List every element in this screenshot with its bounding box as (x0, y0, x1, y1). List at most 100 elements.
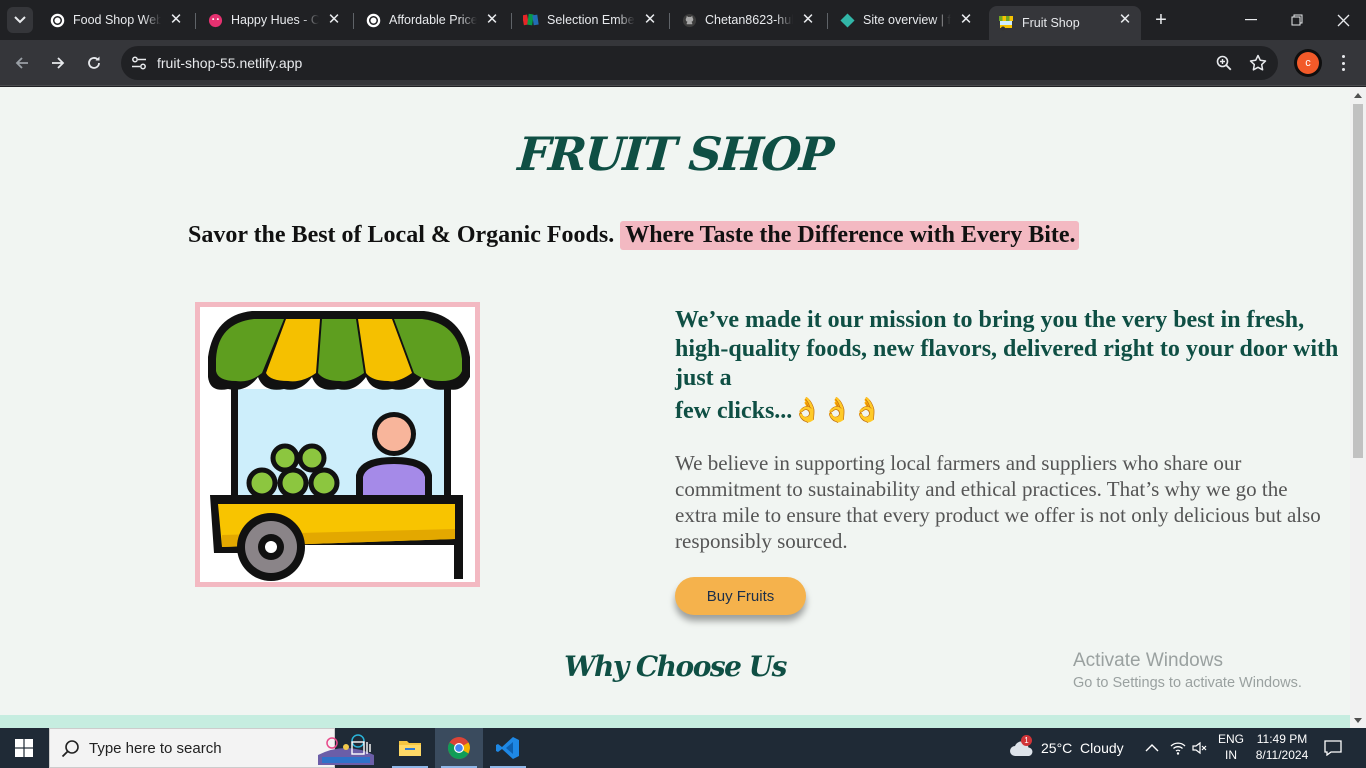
netlify-icon (839, 12, 855, 28)
task-view-button[interactable] (337, 728, 385, 768)
github-icon (681, 12, 697, 28)
tab-title: Chetan8623-hub (705, 13, 793, 27)
cloud-icon: 1 (1009, 735, 1035, 758)
tab-title: Selection Embed (547, 13, 635, 27)
about-paragraph: We believe in supporting local farmers a… (675, 451, 1321, 553)
notifications-button[interactable] (1324, 728, 1342, 768)
weather-text: 25°C Cloudy (1041, 740, 1124, 756)
close-icon[interactable]: ✕ (484, 12, 500, 28)
language-code: ENG (1217, 732, 1244, 746)
close-icon[interactable]: ✕ (642, 12, 658, 28)
tagline-highlight: Where Taste the Difference with Every Bi… (620, 221, 1079, 250)
task-view-icon (351, 741, 371, 755)
browser-toolbar: fruit-shop-55.netlify.app (0, 40, 1366, 86)
browser-tab[interactable]: Chetan8623-hub ✕ (672, 6, 824, 34)
mission-text: We’ve made it our mission to bring you t… (675, 307, 1339, 391)
close-icon[interactable]: ✕ (326, 12, 342, 28)
tab-strip: Food Shop Website ✕ Happy Hues - Curated… (0, 0, 1366, 40)
region-code: IN (1225, 748, 1237, 762)
close-icon (1337, 14, 1349, 26)
openai-icon (49, 12, 65, 28)
clock-date: 8/11/2024 (1255, 748, 1309, 762)
zoom-icon[interactable] (1215, 54, 1233, 72)
scroll-down-arrow-icon[interactable] (1354, 718, 1362, 723)
search-icon (61, 740, 79, 758)
windows-logo-icon (15, 739, 33, 757)
browser-tab-active[interactable]: Fruit Shop ✕ (989, 6, 1141, 40)
file-explorer-icon (399, 741, 421, 756)
forward-button[interactable] (44, 49, 72, 77)
chrome-taskbar-button[interactable] (435, 728, 483, 768)
language-indicator[interactable]: ENG IN (1217, 731, 1245, 763)
arrow-right-icon (52, 57, 65, 69)
page-scrollbar[interactable] (1350, 87, 1366, 728)
tab-title: Site overview | fruit (863, 13, 951, 27)
minimize-icon (1245, 19, 1257, 21)
network-button[interactable] (1170, 728, 1186, 768)
clock-time: 11:49 PM (1256, 732, 1308, 746)
chevron-up-icon (1145, 744, 1159, 752)
windows-taskbar: Type here to search 1 25°C Cloudy ENG IN… (0, 728, 1366, 768)
fruit-stall-icon (998, 15, 1014, 31)
close-icon[interactable]: ✕ (168, 12, 184, 28)
tagline-text: Savor the Best of Local & Organic Foods. (188, 222, 615, 248)
openai-icon (365, 12, 381, 28)
zoho-icon (523, 12, 539, 28)
browser-tab[interactable]: Affordable Price ✕ (356, 6, 508, 34)
tab-title: Happy Hues - Curated (231, 13, 319, 27)
windows-activation-watermark: Activate Windows Go to Settings to activ… (1073, 650, 1302, 691)
volume-muted-icon (1192, 741, 1207, 755)
arrow-left-icon (15, 57, 28, 69)
close-icon[interactable]: ✕ (1117, 12, 1133, 28)
scrollbar-thumb[interactable] (1353, 104, 1363, 458)
close-icon[interactable]: ✕ (958, 12, 974, 28)
close-icon[interactable]: ✕ (800, 12, 816, 28)
notification-icon (1324, 740, 1342, 756)
buy-fruits-button[interactable]: Buy Fruits (675, 577, 806, 615)
scroll-up-arrow-icon[interactable] (1354, 93, 1362, 98)
web-page: FRUIT SHOP Savor the Best of Local & Org… (0, 87, 1350, 728)
happyhues-icon (207, 12, 223, 28)
watermark-subtitle: Go to Settings to activate Windows. (1073, 675, 1302, 691)
address-bar[interactable]: fruit-shop-55.netlify.app (121, 46, 1278, 80)
back-button[interactable] (8, 49, 36, 77)
bookmark-star-icon[interactable] (1249, 54, 1267, 72)
mission-statement: We’ve made it our mission to bring you t… (675, 306, 1345, 426)
taskbar-search-box[interactable]: Type here to search (49, 728, 374, 768)
browser-tab[interactable]: Food Shop Website ✕ (40, 6, 192, 34)
show-hidden-icons-button[interactable] (1145, 728, 1159, 768)
browser-tab[interactable]: Site overview | fruit ✕ (830, 6, 982, 34)
browser-tab[interactable]: Happy Hues - Curated ✕ (198, 6, 350, 34)
browser-tab[interactable]: Selection Embed ✕ (514, 6, 666, 34)
tab-search-button[interactable] (7, 7, 33, 33)
close-window-button[interactable] (1320, 0, 1366, 40)
profile-avatar[interactable]: c (1297, 52, 1319, 74)
new-tab-button[interactable]: + (1150, 10, 1172, 32)
site-logo-title: FRUIT SHOP (516, 127, 834, 181)
weather-alert-badge: 1 (1021, 735, 1032, 746)
vscode-icon (496, 737, 519, 759)
reload-button[interactable] (80, 49, 108, 77)
chrome-icon (448, 737, 470, 759)
url-text[interactable]: fruit-shop-55.netlify.app (157, 55, 302, 71)
volume-button[interactable] (1192, 728, 1208, 768)
vscode-taskbar-button[interactable] (484, 728, 532, 768)
start-button[interactable] (0, 728, 48, 768)
hero-image (195, 302, 480, 587)
watermark-title: Activate Windows (1073, 650, 1223, 671)
browser-menu-button[interactable] (1335, 53, 1351, 73)
weather-widget[interactable]: 1 25°C Cloudy (1009, 728, 1124, 768)
file-explorer-button[interactable] (386, 728, 434, 768)
mission-text-end: few clicks...👌👌👌 (675, 398, 882, 424)
tab-title: Affordable Price (389, 13, 477, 27)
chevron-down-icon (14, 16, 26, 24)
tagline: Savor the Best of Local & Organic Foods.… (188, 221, 1079, 250)
tab-title: Food Shop Website (73, 13, 161, 27)
system-clock[interactable]: 11:49 PM 8/11/2024 (1254, 731, 1310, 763)
fruit-stall-illustration (208, 311, 470, 581)
restore-button[interactable] (1274, 0, 1320, 40)
reload-icon (88, 56, 100, 69)
site-settings-icon[interactable] (128, 52, 150, 74)
minimize-button[interactable] (1228, 0, 1274, 40)
search-placeholder: Type here to search (89, 740, 222, 757)
